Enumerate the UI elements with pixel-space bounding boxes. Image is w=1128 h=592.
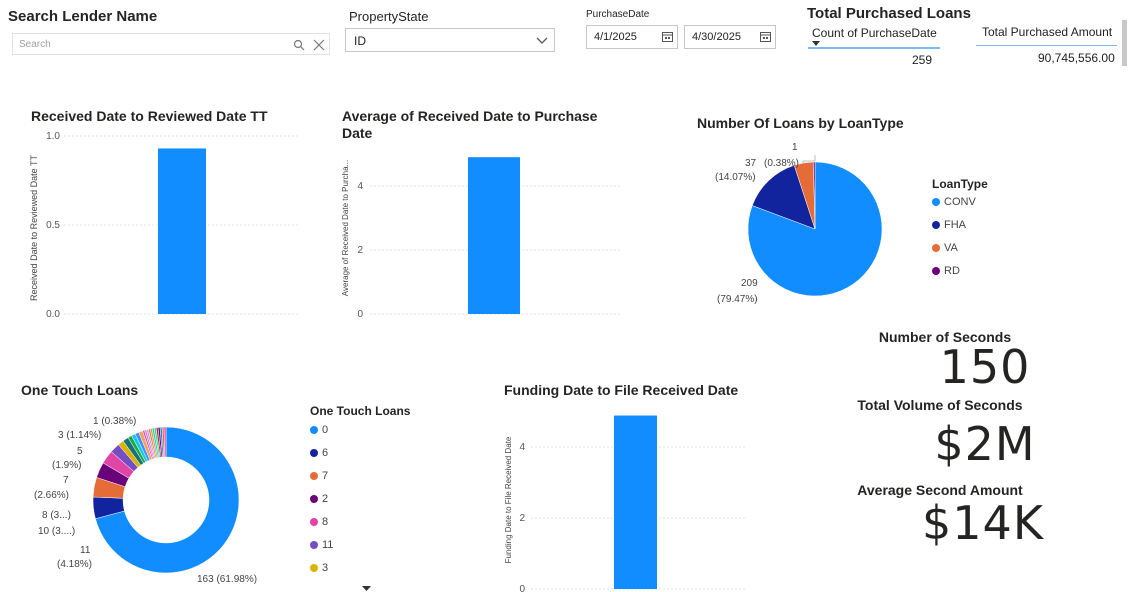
total-amount-value: 90,745,556.00 <box>1038 51 1115 65</box>
donut-label: 7 <box>63 475 69 486</box>
amount-underline <box>976 45 1117 46</box>
number-of-seconds-value: 150 <box>939 340 1031 394</box>
pie-label-conv-pct: (79.47%) <box>717 294 758 305</box>
chart1-tick: 0.0 <box>46 309 60 320</box>
search-lender-title: Search Lender Name <box>8 8 158 25</box>
legend-dot <box>310 449 318 457</box>
chart1-bar[interactable] <box>158 148 206 314</box>
chart2-tick: 2 <box>357 245 363 256</box>
count-purchase-date-header[interactable]: Count of PurchaseDate <box>812 26 937 40</box>
pie-label-fha: 37 <box>745 158 757 169</box>
legend-item[interactable]: 11 <box>310 538 410 552</box>
legend-item[interactable]: 7 <box>310 469 410 483</box>
scrollbar[interactable] <box>1122 20 1127 66</box>
chart5-tick: 4 <box>519 442 525 453</box>
chevron-down-icon[interactable] <box>536 37 548 45</box>
start-date-value: 4/1/2025 <box>594 31 637 43</box>
chart3-title: Number Of Loans by LoanType <box>697 115 904 131</box>
chart2-title: Average of Received Date to Purchase Dat… <box>342 108 598 141</box>
property-state-value: ID <box>354 34 366 48</box>
legend-dot <box>310 495 318 503</box>
search-input[interactable]: Search <box>12 33 330 55</box>
legend-item-va[interactable]: VA <box>932 241 988 255</box>
donut-label: (2.66%) <box>34 490 69 501</box>
pie-label-fha-pct: (14.07%) <box>715 172 756 183</box>
pie-label-rd: 1 <box>792 142 798 153</box>
property-state-title: PropertyState <box>349 9 429 24</box>
pie-label-rd-pct: (0.38%) <box>764 158 799 169</box>
chart2-bar[interactable] <box>468 157 520 314</box>
donut-label: 5 <box>77 446 83 457</box>
legend-item-conv[interactable]: CONV <box>932 195 988 209</box>
chart1-ylabel: Received Date to Reviewed Date TT <box>29 155 39 301</box>
chart2-tick: 0 <box>357 309 363 320</box>
chart5-ylabel: Funding Date to File Received Date <box>504 436 513 563</box>
donut-label: 163 (61.98%) <box>197 574 257 585</box>
onetouch-legend: One Touch Loans 0 6 7 2 8 11 3 <box>310 404 410 575</box>
loantype-pie <box>747 161 883 297</box>
legend-item[interactable]: 3 <box>310 561 410 575</box>
chart1-tick: 0.5 <box>46 220 60 231</box>
legend-dot <box>932 221 940 229</box>
legend-dot <box>310 541 318 549</box>
chart5-tick: 0 <box>519 584 525 592</box>
count-value: 259 <box>912 53 933 67</box>
donut-label: 11 <box>80 545 91 556</box>
count-underline <box>808 47 940 49</box>
end-date-input[interactable]: 4/30/2025 <box>684 25 776 49</box>
average-second-value: $14K <box>922 496 1044 550</box>
chart5-title: Funding Date to File Received Date <box>504 382 739 398</box>
pie-label-conv: 209 <box>741 278 758 289</box>
clear-icon[interactable] <box>313 39 325 51</box>
legend-dot <box>310 564 318 572</box>
legend-item[interactable]: 0 <box>310 423 410 437</box>
search-placeholder: Search <box>19 39 51 50</box>
legend-dot <box>932 267 940 275</box>
chart2-tick: 4 <box>357 181 363 192</box>
calendar-icon[interactable] <box>760 31 771 42</box>
donut-label: (1.9%) <box>52 460 81 471</box>
chart5-svg: Funding Date to File Received Date 4 2 0 <box>504 415 745 592</box>
legend-item[interactable]: 8 <box>310 515 410 529</box>
search-icon[interactable] <box>293 39 305 51</box>
legend-item-fha[interactable]: FHA <box>932 218 988 232</box>
purchase-date-title: PurchaseDate <box>586 9 650 20</box>
legend-dot <box>310 518 318 526</box>
donut-label: (4.18%) <box>57 559 92 570</box>
calendar-icon[interactable] <box>662 31 673 42</box>
legend-item[interactable]: 2 <box>310 492 410 506</box>
legend-item[interactable]: 6 <box>310 446 410 460</box>
total-purchased-title: Total Purchased Loans <box>807 5 971 22</box>
total-amount-header[interactable]: Total Purchased Amount <box>982 25 1112 39</box>
property-state-dropdown[interactable]: ID <box>345 28 555 52</box>
chart1-svg: Received Date to Reviewed Date TT 1.0 0.… <box>29 131 300 320</box>
donut-label: 1 (0.38%) <box>93 416 136 427</box>
onetouch-donut <box>92 426 240 574</box>
start-date-input[interactable]: 4/1/2025 <box>586 25 678 49</box>
legend-scroll-down-icon[interactable] <box>362 586 371 592</box>
loantype-legend-title: LoanType <box>932 177 988 191</box>
chart1-tick: 1.0 <box>46 131 60 142</box>
chart4-title: One Touch Loans <box>21 382 139 398</box>
legend-dot <box>310 472 318 480</box>
loantype-legend: LoanType CONV FHA VA RD <box>932 177 988 278</box>
legend-dot <box>932 198 940 206</box>
chart5-bar[interactable] <box>614 415 657 589</box>
chart5-tick: 2 <box>519 513 525 524</box>
onetouch-donut-svg: 1 (0.38%) 3 (1.14%) 5 (1.9%) 7 (2.66%) 8… <box>34 416 257 585</box>
end-date-value: 4/30/2025 <box>692 31 741 43</box>
legend-dot <box>932 244 940 252</box>
legend-item-rd[interactable]: RD <box>932 264 988 278</box>
onetouch-legend-title: One Touch Loans <box>310 404 411 418</box>
donut-label: 10 (3....) <box>38 526 75 537</box>
total-volume-label: Total Volume of Seconds <box>857 397 1023 413</box>
donut-label: 3 (1.14%) <box>58 430 101 441</box>
chart1-title: Received Date to Reviewed Date TT <box>31 108 268 124</box>
chart2-ylabel: Average of Received Date to Purcha... <box>341 160 350 296</box>
donut-label: 8 (3...) <box>42 510 71 521</box>
legend-dot <box>310 426 318 434</box>
chart2-svg: Average of Received Date to Purcha... 4 … <box>341 157 620 320</box>
total-volume-value: $2M <box>934 417 1036 471</box>
